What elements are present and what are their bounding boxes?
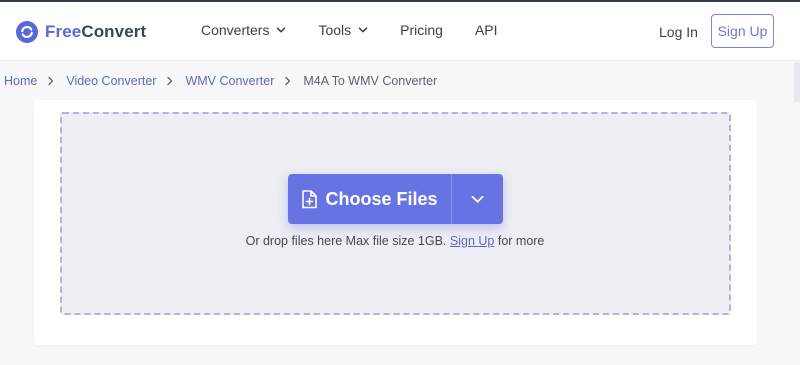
nav-api-label: API [474, 22, 498, 38]
breadcrumb-video-converter[interactable]: Video Converter [66, 74, 156, 88]
nav-pricing-label: Pricing [400, 22, 443, 38]
breadcrumb-current: M4A To WMV Converter [303, 74, 438, 88]
nav-converters-label: Converters [201, 22, 270, 38]
main-nav: Converters Tools Pricing API [201, 22, 530, 38]
file-add-icon [302, 189, 318, 208]
upload-note-suffix: for more [497, 234, 545, 248]
upload-note: Or drop files here Max file size 1GB. Si… [0, 234, 790, 248]
site-header: FreeConvert Converters Tools Pricing API… [0, 2, 800, 61]
chevron-down-icon [471, 195, 484, 203]
nav-tools[interactable]: Tools [318, 22, 368, 38]
chevron-down-icon [277, 27, 286, 33]
nav-api[interactable]: API [475, 22, 498, 38]
nav-tools-label: Tools [318, 22, 352, 38]
refresh-circle-icon [16, 21, 38, 43]
page-scrollbar[interactable] [794, 62, 800, 102]
choose-source-dropdown[interactable] [452, 174, 503, 224]
breadcrumb-home[interactable]: Home [4, 74, 37, 88]
chevron-right-icon [285, 76, 291, 86]
logo-text: FreeConvert [45, 22, 147, 41]
chevron-down-icon [358, 27, 368, 33]
nav-pricing[interactable]: Pricing [400, 22, 443, 38]
chevron-right-icon [48, 76, 54, 86]
logo[interactable]: FreeConvert [16, 20, 146, 44]
breadcrumb-wmv-converter[interactable]: WMV Converter [185, 74, 274, 88]
upload-signup-link[interactable]: Sign Up [450, 234, 494, 248]
choose-files-button-group: Choose Files [288, 174, 503, 224]
login-link[interactable]: Log In [659, 24, 698, 40]
choose-files-button[interactable]: Choose Files [288, 174, 451, 224]
chevron-right-icon [167, 76, 173, 86]
signup-button[interactable]: Sign Up [711, 14, 774, 48]
nav-converters[interactable]: Converters [201, 22, 286, 38]
breadcrumb: Home Video Converter WMV Converter M4A T… [4, 74, 437, 88]
upload-note-text: Or drop files here Max file size 1GB. [245, 234, 447, 248]
choose-files-label: Choose Files [325, 188, 438, 209]
